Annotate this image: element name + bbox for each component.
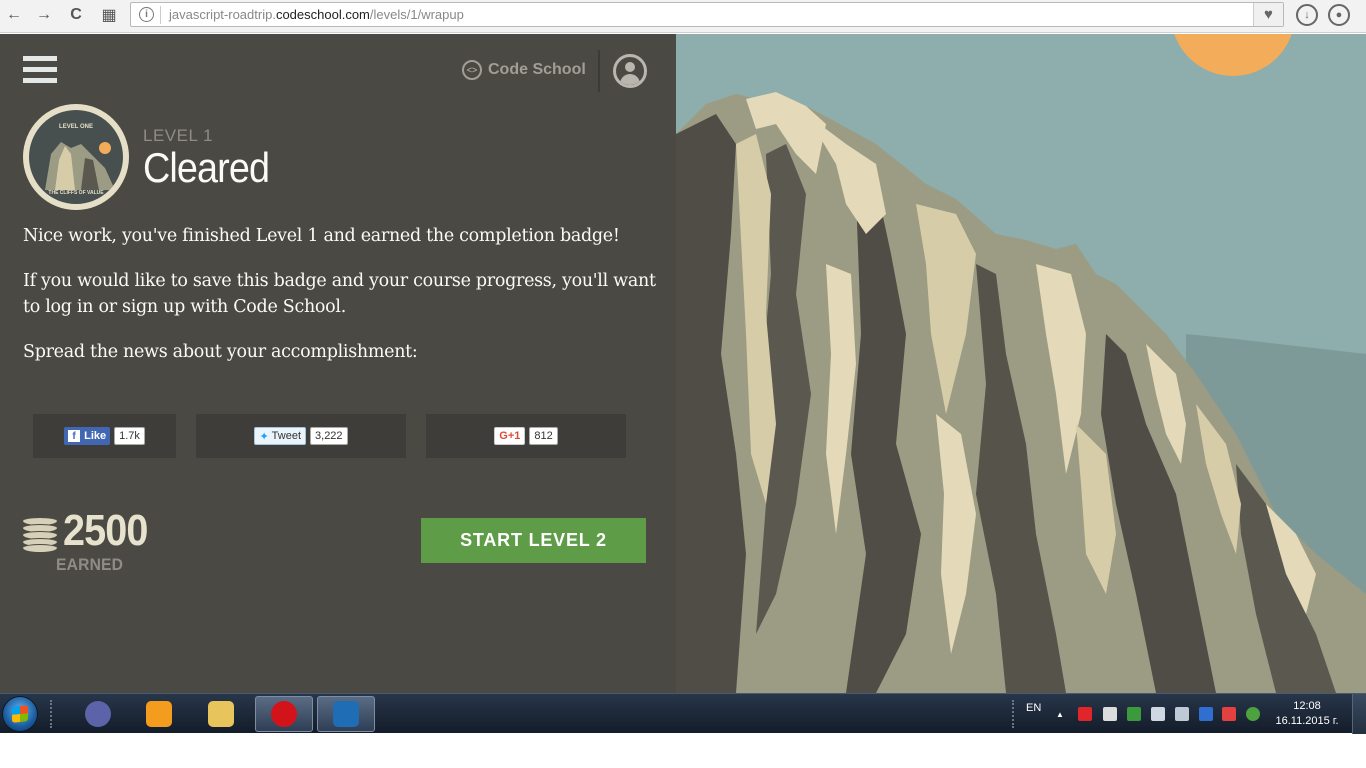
reload-icon[interactable]: C	[64, 4, 88, 26]
page: <> Code School LEVEL ONE THE CLIFFS OF V…	[0, 34, 1366, 693]
volume-icon[interactable]	[1151, 707, 1165, 721]
badge-bottom-text: THE CLIFFS OF VALUE	[48, 190, 104, 196]
forward-icon[interactable]: →	[32, 4, 56, 26]
completion-message: Nice work, you've finished Level 1 and e…	[23, 226, 620, 246]
facebook-like-label: Like	[84, 430, 107, 442]
account-icon[interactable]: ●	[1328, 4, 1350, 26]
twitter-bird-icon: ✦	[259, 430, 269, 443]
back-icon[interactable]: ←	[2, 4, 26, 26]
safely-remove-icon[interactable]	[1127, 707, 1141, 721]
sun-icon	[1174, 34, 1292, 76]
github-cat-icon	[85, 701, 111, 727]
save-progress-message: If you would like to save this badge and…	[23, 271, 656, 317]
utorrent-icon[interactable]	[1246, 707, 1260, 721]
url-domain: codeschool.com	[275, 7, 370, 22]
earned-label: EARNED	[56, 555, 124, 574]
system-clock[interactable]: 12:08 16.11.2015 г.	[1266, 699, 1348, 729]
coins-icon	[23, 517, 57, 552]
start-button[interactable]	[2, 696, 38, 732]
apps-icon[interactable]: ▦	[97, 4, 121, 26]
show-hidden-icons[interactable]: ▲	[1056, 694, 1064, 734]
level-label: LEVEL 1	[143, 126, 213, 145]
brackets-icon	[333, 701, 359, 727]
windows-taskbar: EN ▲ 12:08 16.11.2015 г.	[0, 693, 1366, 734]
google-plus-count: 812	[529, 427, 558, 445]
url-path: /levels/1/wrapup	[369, 7, 464, 22]
user-icon[interactable]	[613, 54, 647, 88]
start-level-2-button[interactable]: START LEVEL 2	[421, 518, 646, 563]
facebook-like-count: 1.7k	[114, 427, 145, 445]
show-desktop-button[interactable]	[1352, 694, 1366, 734]
tweet-label: Tweet	[271, 430, 302, 442]
clock-date: 16.11.2015 г.	[1275, 715, 1339, 727]
taskbar-app-opera[interactable]	[255, 696, 313, 732]
code-school-logo[interactable]: <> Code School	[462, 59, 586, 81]
address-bar[interactable]: i javascript-roadtrip.codeschool.com/lev…	[130, 2, 1284, 27]
tweet-count: 3,222	[310, 427, 348, 445]
bluetooth-icon[interactable]	[1199, 707, 1213, 721]
facebook-share: f Like 1.7k	[33, 414, 176, 458]
badge-mountain-icon	[45, 142, 115, 190]
code-school-icon: <>	[462, 60, 482, 80]
wrapup-panel: <> Code School LEVEL ONE THE CLIFFS OF V…	[0, 34, 676, 693]
taskbar-app-github[interactable]	[69, 696, 127, 732]
folder-icon	[208, 701, 234, 727]
google-plus-button[interactable]: G+1	[494, 427, 526, 445]
share-prompt: Spread the news about your accomplishmen…	[23, 342, 418, 362]
facebook-icon: f	[68, 430, 81, 442]
language-indicator[interactable]: EN	[1026, 688, 1041, 728]
opera-icon	[271, 701, 297, 727]
menu-icon[interactable]	[23, 56, 57, 88]
url-subdomain: javascript-roadtrip.	[169, 7, 276, 22]
twitter-share: ✦ Tweet 3,222	[196, 414, 406, 458]
media-player-icon	[146, 701, 172, 727]
taskbar-app-brackets[interactable]	[317, 696, 375, 732]
network-icon[interactable]	[1175, 707, 1189, 721]
points-earned: 2500	[63, 506, 148, 555]
header-divider	[598, 50, 600, 92]
tweet-button[interactable]: ✦ Tweet	[254, 427, 307, 445]
taskbar-app-explorer[interactable]	[192, 696, 250, 732]
device-icon[interactable]	[1103, 707, 1117, 721]
brand-text: Code School	[488, 61, 586, 78]
heart-icon[interactable]: ♥	[1253, 3, 1283, 26]
url-separator	[160, 6, 161, 24]
clock-time: 12:08	[1293, 700, 1321, 712]
browser-toolbar: ← → C ▦ i javascript-roadtrip.codeschool…	[0, 0, 1366, 33]
page-title: Cleared	[143, 144, 270, 191]
level-badge: LEVEL ONE THE CLIFFS OF VALUE	[23, 104, 129, 210]
page-info-icon[interactable]: i	[139, 7, 154, 22]
taskbar-grip	[50, 700, 54, 728]
download-icon[interactable]: ↓	[1296, 4, 1318, 26]
facebook-like-button[interactable]: f Like	[64, 427, 111, 445]
cliff-scene-image	[676, 34, 1366, 693]
google-share: G+1 812	[426, 414, 626, 458]
cliff-illustration	[676, 34, 1366, 693]
antivirus-icon[interactable]	[1078, 707, 1092, 721]
url-text[interactable]: javascript-roadtrip.codeschool.com/level…	[169, 7, 464, 22]
taskbar-app-media-player[interactable]	[130, 696, 188, 732]
tray-grip	[1012, 700, 1016, 728]
badge-top-text: LEVEL ONE	[59, 124, 93, 130]
action-center-icon[interactable]	[1222, 707, 1236, 721]
